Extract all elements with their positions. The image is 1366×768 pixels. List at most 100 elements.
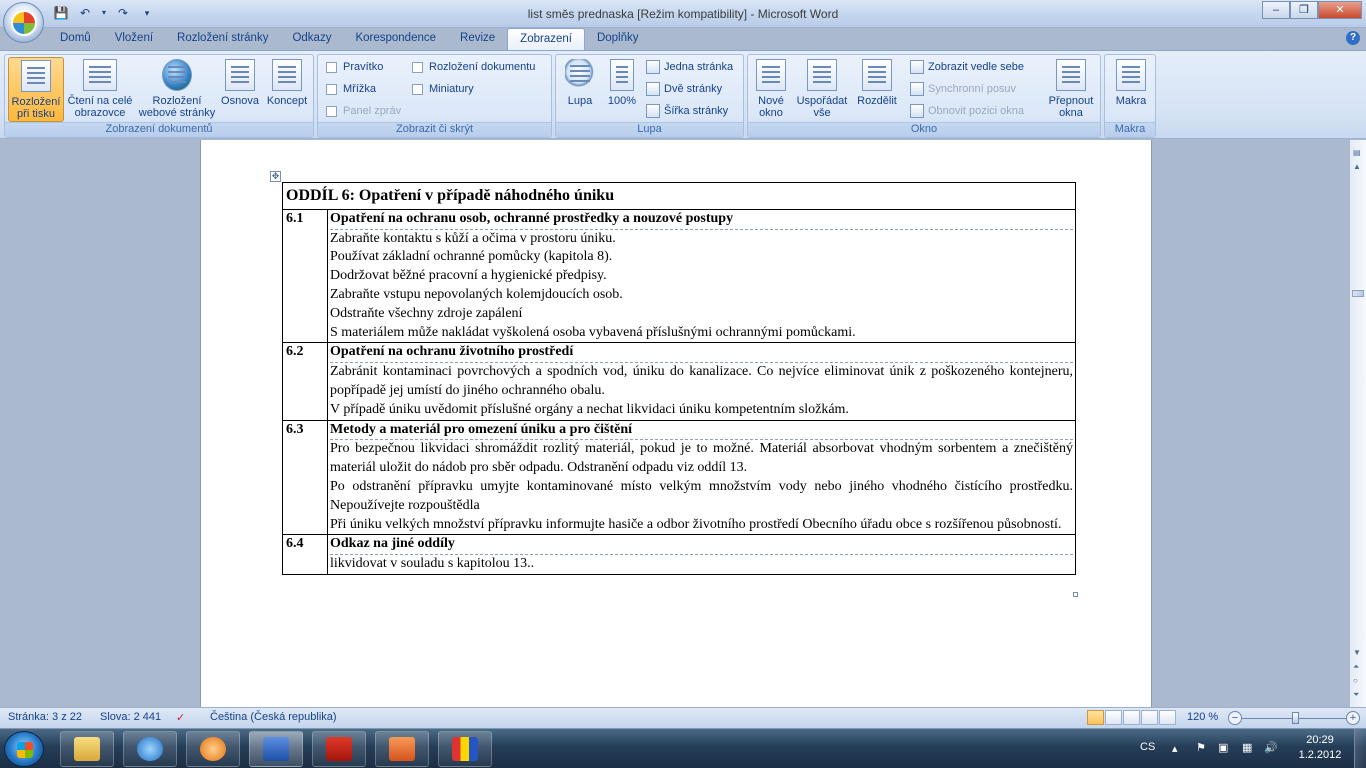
browse-object-icon[interactable]: ○ — [1353, 676, 1358, 685]
window-controls: – ❐ ✕ — [1262, 1, 1362, 19]
scroll-up-arrow-icon[interactable]: ▲ — [1353, 162, 1361, 171]
page-count[interactable]: Stránka: 3 z 22 — [8, 711, 82, 723]
network-icon[interactable]: ▦ — [1242, 741, 1252, 754]
vertical-scrollbar[interactable]: ▤ ▲ ▼ ⏶ ○ ⏷ — [1350, 140, 1366, 707]
zoom-in-icon[interactable]: + — [1346, 711, 1360, 725]
side-by-side-icon — [910, 60, 924, 74]
two-pages-button[interactable]: Dvě stránky — [646, 82, 722, 96]
section-content[interactable]: Opatření na ochranu osob, ochranné prost… — [327, 208, 1076, 344]
scrollbar-thumb[interactable] — [1352, 290, 1364, 297]
language-indicator[interactable]: Čeština (Česká republika) — [210, 711, 337, 723]
full-screen-reading-label: Čtení na celé obrazovce — [67, 95, 133, 119]
clock[interactable]: 20:29 1.2.2012 — [1290, 733, 1350, 763]
ruler-checkbox-box[interactable] — [326, 61, 337, 73]
switch-windows-label: Přepnout okna — [1048, 95, 1094, 119]
one-page-button[interactable]: Jedna stránka — [646, 60, 733, 74]
draft-button[interactable]: Koncept — [263, 57, 311, 107]
ruler-toggle-icon[interactable]: ▤ — [1353, 148, 1361, 157]
gridlines-checkbox[interactable]: Mřížka — [326, 83, 376, 95]
ruler-checkbox[interactable]: Pravítko — [326, 61, 383, 73]
action-center-icon[interactable]: ⚑ — [1196, 741, 1206, 754]
paragraph: V případě úniku uvědomit příslušné orgán… — [330, 401, 849, 417]
switch-windows-icon — [1056, 59, 1086, 91]
start-button[interactable] — [4, 731, 44, 767]
draft-view-icon[interactable] — [1159, 710, 1176, 725]
taskbar-internet-explorer[interactable] — [123, 731, 177, 767]
print-layout-icon — [21, 60, 51, 92]
tab-addins[interactable]: Doplňky — [585, 28, 651, 50]
taskbar-acrobat[interactable] — [312, 731, 366, 767]
word-count[interactable]: Slova: 2 441 — [100, 711, 161, 723]
outline-view-icon[interactable] — [1141, 710, 1158, 725]
tray-expand-icon[interactable]: ▴ — [1172, 742, 1178, 755]
document-map-checkbox[interactable]: Rozložení dokumentu — [412, 61, 535, 73]
section-content[interactable]: Opatření na ochranu životního prostředí … — [327, 342, 1076, 421]
document-map-checkbox-box[interactable] — [412, 61, 423, 73]
print-layout-button[interactable]: Rozložení při tisku — [8, 57, 64, 122]
minimize-button[interactable]: – — [1262, 1, 1290, 19]
office-button[interactable] — [3, 2, 44, 43]
message-bar-label: Panel zpráv — [343, 105, 402, 117]
thumbnails-checkbox[interactable]: Miniatury — [412, 83, 474, 95]
show-desktop-button[interactable] — [1354, 729, 1366, 768]
reset-window-position-button: Obnovit pozici okna — [910, 104, 1024, 118]
print-layout-label: Rozložení při tisku — [11, 96, 61, 120]
taskbar-app[interactable] — [438, 731, 492, 767]
macros-button[interactable]: Makra — [1110, 57, 1152, 107]
new-window-button[interactable]: Nové okno — [752, 57, 790, 119]
paragraph: Při úniku velkých množství přípravku inf… — [330, 516, 1062, 532]
tab-review[interactable]: Revize — [448, 28, 507, 50]
thumbnails-checkbox-box[interactable] — [412, 83, 423, 95]
taskbar-word[interactable] — [249, 731, 303, 767]
taskbar-media-player[interactable] — [186, 731, 240, 767]
scroll-down-arrow-icon[interactable]: ▼ — [1353, 648, 1361, 657]
tab-page-layout[interactable]: Rozložení stránky — [165, 28, 280, 50]
reset-position-icon — [910, 104, 924, 118]
magnifier-icon — [565, 59, 595, 91]
zoom-100-button[interactable]: 100% — [604, 57, 640, 107]
close-button[interactable]: ✕ — [1318, 1, 1362, 19]
subsection-title: Metody a materiál pro omezení úniku a pr… — [330, 421, 1073, 441]
gridlines-label: Mřížka — [343, 83, 376, 95]
zoom-level[interactable]: 120 % — [1187, 711, 1218, 723]
tab-references[interactable]: Odkazy — [280, 28, 343, 50]
table-resize-handle[interactable] — [1073, 592, 1078, 597]
previous-page-icon[interactable]: ⏶ — [1353, 662, 1359, 672]
web-layout-button[interactable]: Rozložení webové stránky — [137, 57, 217, 119]
tab-mailings[interactable]: Korespondence — [343, 28, 448, 50]
split-button[interactable]: Rozdělit — [852, 57, 902, 107]
zoom-out-icon[interactable]: − — [1228, 711, 1242, 725]
arrange-all-button[interactable]: Uspořádat vše — [792, 57, 852, 119]
next-page-icon[interactable]: ⏷ — [1353, 690, 1359, 700]
zoom-100-icon — [610, 59, 634, 91]
outline-label: Osnova — [221, 95, 259, 107]
device-icon[interactable]: ▣ — [1218, 741, 1228, 754]
switch-windows-button[interactable]: Přepnout okna — [1044, 57, 1098, 119]
web-layout-view-icon[interactable] — [1123, 710, 1140, 725]
section-content[interactable]: Metody a materiál pro omezení úniku a pr… — [327, 419, 1076, 536]
section-content[interactable]: Odkaz na jiné oddíly likvidovat v soulad… — [327, 534, 1076, 575]
table-move-handle[interactable]: ✥ — [270, 171, 281, 182]
volume-icon[interactable]: 🔊 — [1264, 741, 1278, 754]
document-page[interactable]: ✥ ODDÍL 6: Opatření v případě náhodného … — [200, 140, 1152, 707]
zoom-slider-thumb[interactable] — [1292, 712, 1299, 724]
help-icon[interactable]: ? — [1346, 31, 1360, 45]
ribbon-tabs: Domů Vložení Rozložení stránky Odkazy Ko… — [48, 28, 651, 50]
full-screen-reading-button[interactable]: Čtení na celé obrazovce — [65, 57, 135, 119]
taskbar-powerpoint[interactable] — [375, 731, 429, 767]
gridlines-checkbox-box[interactable] — [326, 83, 337, 95]
print-layout-view-icon[interactable] — [1087, 710, 1104, 725]
tab-home[interactable]: Domů — [48, 28, 103, 50]
taskbar-explorer[interactable] — [60, 731, 114, 767]
tab-insert[interactable]: Vložení — [103, 28, 165, 50]
view-side-by-side-button[interactable]: Zobrazit vedle sebe — [910, 60, 1024, 74]
page-width-button[interactable]: Šířka stránky — [646, 104, 728, 118]
restore-button[interactable]: ❐ — [1290, 1, 1318, 19]
outline-button[interactable]: Osnova — [219, 57, 261, 107]
zoom-button[interactable]: Lupa — [560, 57, 600, 107]
proofing-icon[interactable]: ✓ — [176, 711, 185, 724]
full-screen-view-icon[interactable] — [1105, 710, 1122, 725]
tab-view[interactable]: Zobrazení — [507, 28, 585, 50]
draft-icon — [272, 59, 302, 91]
language-bar[interactable]: CS — [1140, 741, 1155, 753]
